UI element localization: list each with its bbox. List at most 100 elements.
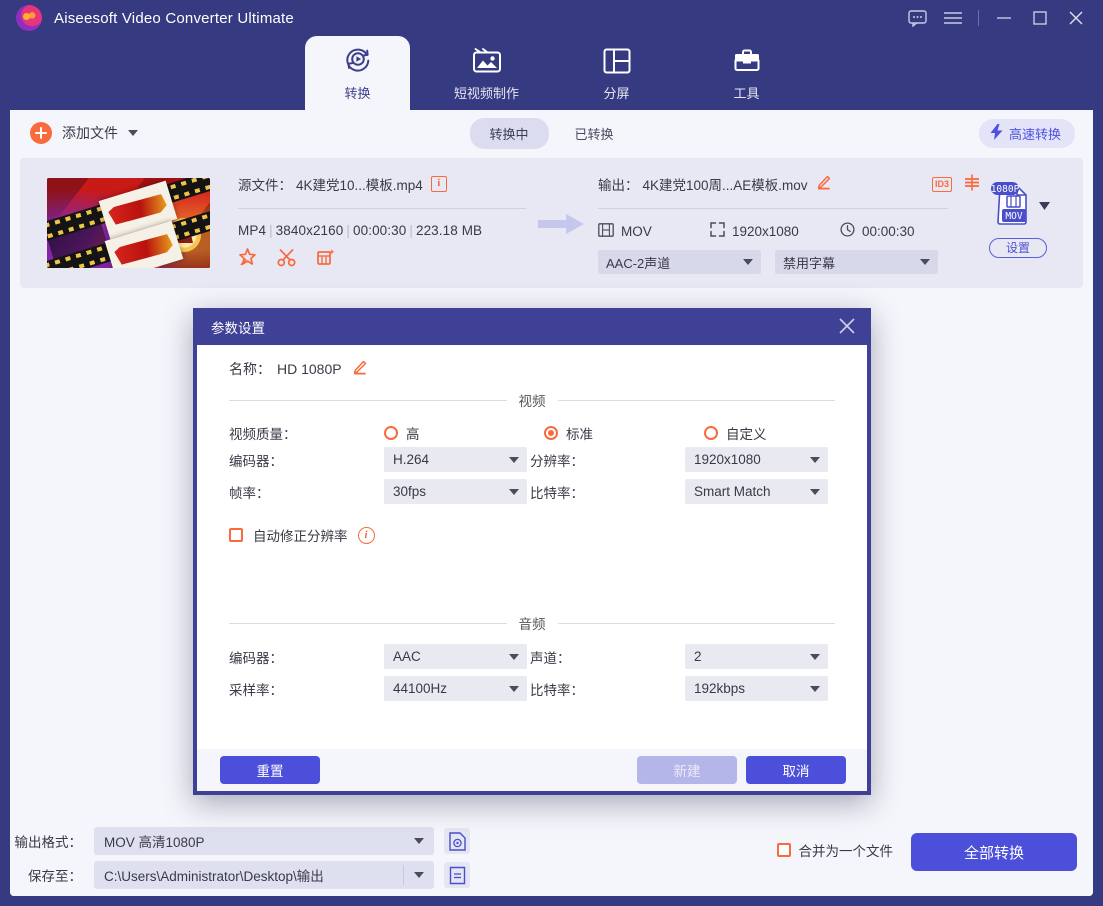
file-card: 源文件： 4K建党10...模板.mp4 i MP4 | 3840x2160 | 00:… (20, 158, 1083, 288)
format-file-icon[interactable]: 1080P MOV (987, 180, 1033, 231)
format-settings-button[interactable] (444, 828, 470, 854)
app-logo-icon (16, 5, 42, 31)
toolbox-icon (733, 44, 761, 74)
info-icon[interactable]: i (430, 176, 447, 192)
audio-track-select[interactable]: AAC-2声道 (598, 250, 761, 274)
chevron-down-icon (509, 685, 519, 692)
audio-samplerate-select[interactable]: 44100Hz (384, 676, 527, 701)
modal-header: 参数设置 (193, 308, 871, 345)
effects-icon[interactable] (316, 248, 335, 267)
video-encoder-row: 编码器： H.264 (229, 447, 527, 472)
audio-channel-select[interactable]: 2 (685, 644, 828, 669)
segment-converting[interactable]: 转换中 (469, 117, 549, 149)
video-thumbnail (47, 178, 210, 268)
high-speed-button[interactable]: 高速转换 (978, 118, 1075, 148)
save-to-select[interactable]: C:\Users\Administrator\Desktop\输出 (94, 861, 434, 889)
source-action-icons (238, 248, 538, 267)
source-size: 223.18 MB (415, 223, 483, 238)
id3-tag-icon[interactable]: ID3 (932, 176, 952, 192)
chevron-down-icon (810, 456, 820, 463)
maximize-icon[interactable] (1023, 3, 1057, 33)
subtitle-track-select[interactable]: 禁用字幕 (775, 250, 938, 274)
close-icon[interactable] (837, 316, 857, 339)
save-to-row: 保存至： C:\Users\Administrator\Desktop\输出 (10, 861, 470, 889)
video-encoder-value: H.264 (393, 452, 430, 467)
output-resolution: 1920x1080 (732, 223, 799, 239)
tab-split-screen[interactable]: 分屏 (564, 36, 669, 110)
audio-samplerate-value: 44100Hz (393, 681, 448, 696)
auto-fix-checkbox[interactable] (229, 528, 243, 542)
source-format: MP4 (238, 223, 267, 238)
subtitle-track-value: 禁用字幕 (783, 255, 836, 271)
tab-label: 分屏 (603, 86, 630, 101)
source-file-name: 4K建党10...模板.mp4 (296, 178, 423, 193)
output-prefix: 输出： (598, 178, 639, 193)
settings-button[interactable]: 设置 (989, 238, 1047, 258)
output-format-select[interactable]: MOV 高清1080P (94, 827, 434, 855)
video-framerate-value: 30fps (393, 484, 427, 499)
video-encoder-select[interactable]: H.264 (384, 447, 527, 472)
info-icon[interactable]: i (357, 526, 375, 544)
edit-pencil-icon[interactable] (352, 360, 367, 378)
quality-option-high[interactable]: 高 (384, 423, 544, 443)
bottom-bar: 输出格式： MOV 高清1080P 保存至： C:\Users\Administ… (10, 810, 1093, 896)
audio-section-divider: 音频 (229, 613, 835, 633)
video-bitrate-label: 比特率： (530, 485, 584, 501)
edit-pencil-icon[interactable] (816, 175, 831, 193)
source-file-info: 源文件： 4K建党10...模板.mp4 i MP4 | 3840x2160 | 00:… (238, 174, 538, 267)
minimize-icon[interactable] (987, 3, 1021, 33)
audio-bitrate-row: 比特率： 192kbps (530, 676, 828, 701)
auto-fix-label: 自动修正分辨率 (253, 529, 348, 544)
tab-toolbox[interactable]: 工具 (694, 36, 799, 110)
video-resolution-select[interactable]: 1920x1080 (685, 447, 828, 472)
tab-convert[interactable]: 转换 (305, 36, 410, 110)
save-to-label: 保存至： (28, 869, 82, 884)
feedback-icon[interactable] (900, 3, 934, 33)
chevron-down-icon (810, 685, 820, 692)
video-section-divider: 视频 (229, 390, 835, 410)
video-framerate-select[interactable]: 30fps (384, 479, 527, 504)
film-icon (598, 222, 614, 240)
chevron-down-icon (810, 653, 820, 660)
quality-option-custom[interactable]: 自定义 (704, 423, 767, 443)
audio-bitrate-label: 比特率： (530, 682, 584, 698)
add-file-button[interactable]: 添加文件 (30, 122, 138, 144)
output-format-label: 输出格式： (14, 835, 83, 850)
trim-icon[interactable] (277, 248, 296, 267)
tab-video-maker[interactable]: 短视频制作 (434, 36, 539, 110)
audio-encoder-select[interactable]: AAC (384, 644, 527, 669)
video-maker-icon (472, 44, 502, 74)
create-button[interactable]: 新建 (637, 756, 737, 784)
chevron-down-icon[interactable] (128, 130, 138, 136)
convert-icon (343, 44, 373, 74)
quality-option-standard[interactable]: 标准 (544, 423, 704, 443)
quality-option-label: 标准 (566, 427, 593, 442)
audio-channel-value: 2 (694, 649, 702, 664)
audio-encoder-row: 编码器： AAC (229, 644, 527, 669)
close-icon[interactable] (1059, 3, 1093, 33)
hamburger-icon[interactable] (936, 3, 970, 33)
merge-checkbox[interactable] (776, 843, 791, 857)
audio-bitrate-select[interactable]: 192kbps (685, 676, 828, 701)
video-framerate-row: 帧率： 30fps (229, 479, 527, 504)
chevron-down-icon (509, 653, 519, 660)
audio-section-label: 音频 (518, 617, 546, 632)
auto-fix-resolution-row[interactable]: 自动修正分辨率 i (229, 525, 375, 545)
merge-into-one-option[interactable]: 合并为一个文件 (776, 840, 893, 860)
video-quality-label: 视频质量： (229, 427, 297, 442)
reset-button[interactable]: 重置 (220, 756, 320, 784)
resize-icon (710, 222, 725, 240)
convert-all-button[interactable]: 全部转换 (911, 833, 1077, 871)
video-quality-row: 视频质量： 高 标准 自定义 (229, 423, 767, 443)
source-meta: MP4 | 3840x2160 | 00:00:30 | 223.18 MB (238, 223, 483, 238)
chevron-down-icon[interactable] (1038, 198, 1050, 213)
segment-converted[interactable]: 已转换 (555, 118, 634, 149)
video-bitrate-select[interactable]: Smart Match (685, 479, 828, 504)
enhance-icon[interactable] (238, 248, 257, 267)
status-segment-group: 转换中 已转换 (469, 117, 634, 149)
browse-folder-button[interactable] (444, 862, 470, 888)
split-merge-icon[interactable] (964, 174, 980, 194)
modal-title: 参数设置 (211, 320, 265, 336)
audio-track-value: AAC-2声道 (606, 255, 671, 271)
cancel-button[interactable]: 取消 (746, 756, 846, 784)
